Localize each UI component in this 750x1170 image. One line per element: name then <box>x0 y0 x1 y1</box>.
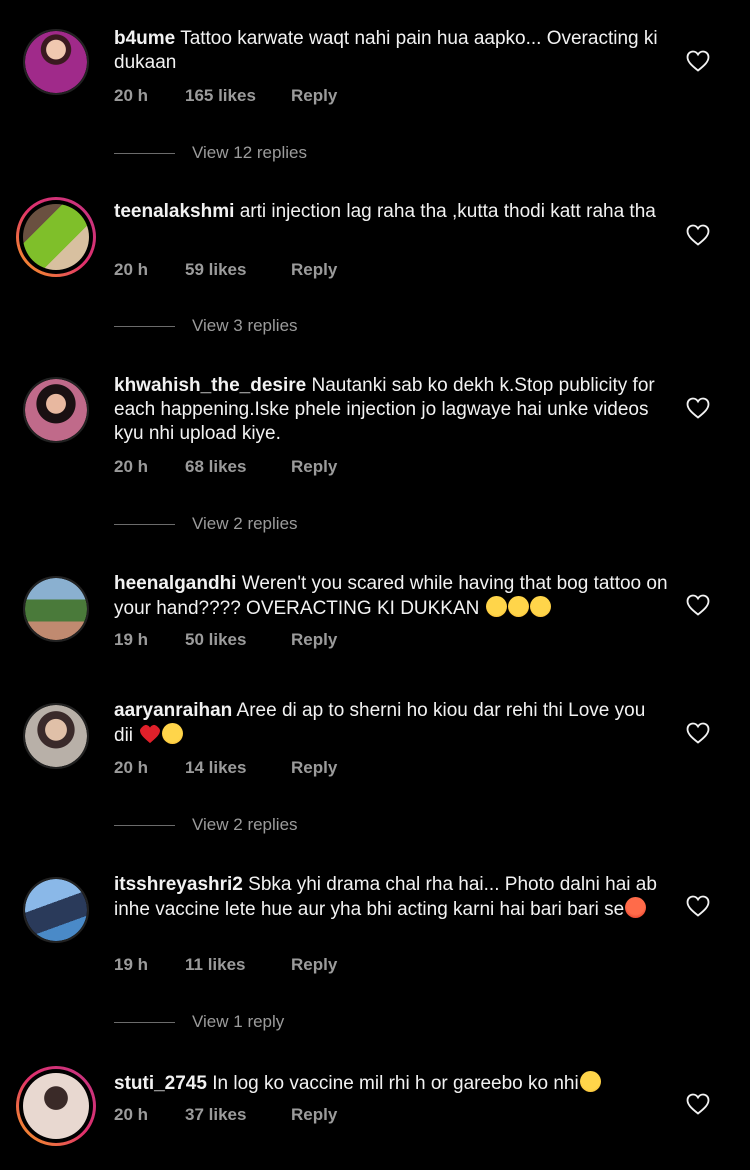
comment-meta: 20 h 14 likes Reply <box>114 758 337 778</box>
comment-time: 20 h <box>114 260 149 279</box>
comment-meta: 20 h 59 likes Reply <box>114 260 337 280</box>
avatar[interactable] <box>23 576 89 642</box>
rofl-emoji-icon <box>507 596 529 617</box>
heart-outline-icon[interactable] <box>686 397 710 419</box>
avatar[interactable] <box>23 703 89 769</box>
comment-username[interactable]: khwahish_the_desire <box>114 375 306 396</box>
replies-divider <box>114 523 175 525</box>
replies-divider <box>114 325 175 327</box>
comment-username[interactable]: heenalgandhi <box>114 573 236 594</box>
view-replies-label[interactable]: View 3 replies <box>192 316 298 336</box>
comment-body: Tattoo karwate waqt nahi pain hua aapko.… <box>114 28 658 73</box>
heart-outline-icon[interactable] <box>686 722 710 744</box>
comment-time: 20 h <box>114 758 149 777</box>
comment-likes[interactable]: 37 likes <box>185 1105 291 1125</box>
comment-meta: 20 h 37 likes Reply <box>114 1105 337 1125</box>
comment-meta: 19 h 11 likes Reply <box>114 955 337 975</box>
view-replies-button[interactable]: View 2 replies <box>114 514 298 534</box>
comment-likes[interactable]: 68 likes <box>185 457 291 477</box>
replies-divider <box>114 152 175 154</box>
comment-username[interactable]: itsshreyashri2 <box>114 874 243 895</box>
comment-time: 19 h <box>114 955 149 974</box>
comment-time: 20 h <box>114 457 149 476</box>
reply-button[interactable]: Reply <box>291 260 337 280</box>
replies-divider <box>114 1021 175 1023</box>
comment-likes[interactable]: 50 likes <box>185 630 291 650</box>
heart-outline-icon[interactable] <box>686 50 710 72</box>
reply-button[interactable]: Reply <box>291 457 337 477</box>
comment-text: khwahish_the_desire Nautanki sab ko dekh… <box>114 374 669 446</box>
avatar[interactable] <box>23 377 89 443</box>
comment-body: In log ko vaccine mil rhi h or gareebo k… <box>212 1073 579 1094</box>
avatar[interactable] <box>16 197 96 277</box>
comment-likes[interactable]: 14 likes <box>185 758 291 778</box>
view-replies-button[interactable]: View 2 replies <box>114 815 298 835</box>
comment-text: b4ume Tattoo karwate waqt nahi pain hua … <box>114 27 669 75</box>
comment-text: itsshreyashri2 Sbka yhi drama chal rha h… <box>114 873 669 922</box>
crying-face-emoji-icon <box>579 1071 601 1092</box>
reply-button[interactable]: Reply <box>291 955 337 975</box>
comment-meta: 20 h 165 likes Reply <box>114 86 337 106</box>
comment-meta: 19 h 50 likes Reply <box>114 630 337 650</box>
comment-time: 19 h <box>114 630 149 649</box>
view-replies-label[interactable]: View 12 replies <box>192 143 307 163</box>
heart-outline-icon[interactable] <box>686 594 710 616</box>
heart-outline-icon[interactable] <box>686 224 710 246</box>
comment-text: heenalgandhi Weren't you scared while ha… <box>114 572 669 621</box>
comment-username[interactable]: teenalakshmi <box>114 201 234 222</box>
reply-button[interactable]: Reply <box>291 758 337 778</box>
view-replies-label[interactable]: View 1 reply <box>192 1012 284 1032</box>
heart-outline-icon[interactable] <box>686 895 710 917</box>
reply-button[interactable]: Reply <box>291 1105 337 1125</box>
comment-username[interactable]: aaryanraihan <box>114 700 232 721</box>
view-replies-label[interactable]: View 2 replies <box>192 514 298 534</box>
view-replies-button[interactable]: View 12 replies <box>114 143 307 163</box>
red-heart-emoji-icon <box>140 724 161 744</box>
comment-likes[interactable]: 165 likes <box>185 86 291 106</box>
comment-text: teenalakshmi arti injection lag raha tha… <box>114 200 669 224</box>
rofl-emoji-icon <box>529 596 551 617</box>
comment-meta: 20 h 68 likes Reply <box>114 457 337 477</box>
view-replies-label[interactable]: View 2 replies <box>192 815 298 835</box>
reply-button[interactable]: Reply <box>291 86 337 106</box>
comment-body: arti injection lag raha tha ,kutta thodi… <box>239 201 656 222</box>
comment-username[interactable]: b4ume <box>114 28 175 49</box>
view-replies-button[interactable]: View 1 reply <box>114 1012 284 1032</box>
comment-username[interactable]: stuti_2745 <box>114 1073 207 1094</box>
reply-button[interactable]: Reply <box>291 630 337 650</box>
comment-likes[interactable]: 11 likes <box>185 955 291 975</box>
heart-outline-icon[interactable] <box>686 1093 710 1115</box>
angry-face-emoji-icon <box>625 897 647 918</box>
avatar[interactable] <box>23 29 89 95</box>
comment-likes[interactable]: 59 likes <box>185 260 291 280</box>
smiling-hearts-emoji-icon <box>162 723 184 744</box>
rofl-emoji-icon <box>485 596 507 617</box>
comment-time: 20 h <box>114 1105 149 1124</box>
avatar[interactable] <box>23 877 89 943</box>
avatar[interactable] <box>16 1066 96 1146</box>
view-replies-button[interactable]: View 3 replies <box>114 316 298 336</box>
comment-text: aaryanraihan Aree di ap to sherni ho kio… <box>114 699 669 748</box>
replies-divider <box>114 824 175 826</box>
comment-time: 20 h <box>114 86 149 105</box>
comment-text: stuti_2745 In log ko vaccine mil rhi h o… <box>114 1071 669 1096</box>
